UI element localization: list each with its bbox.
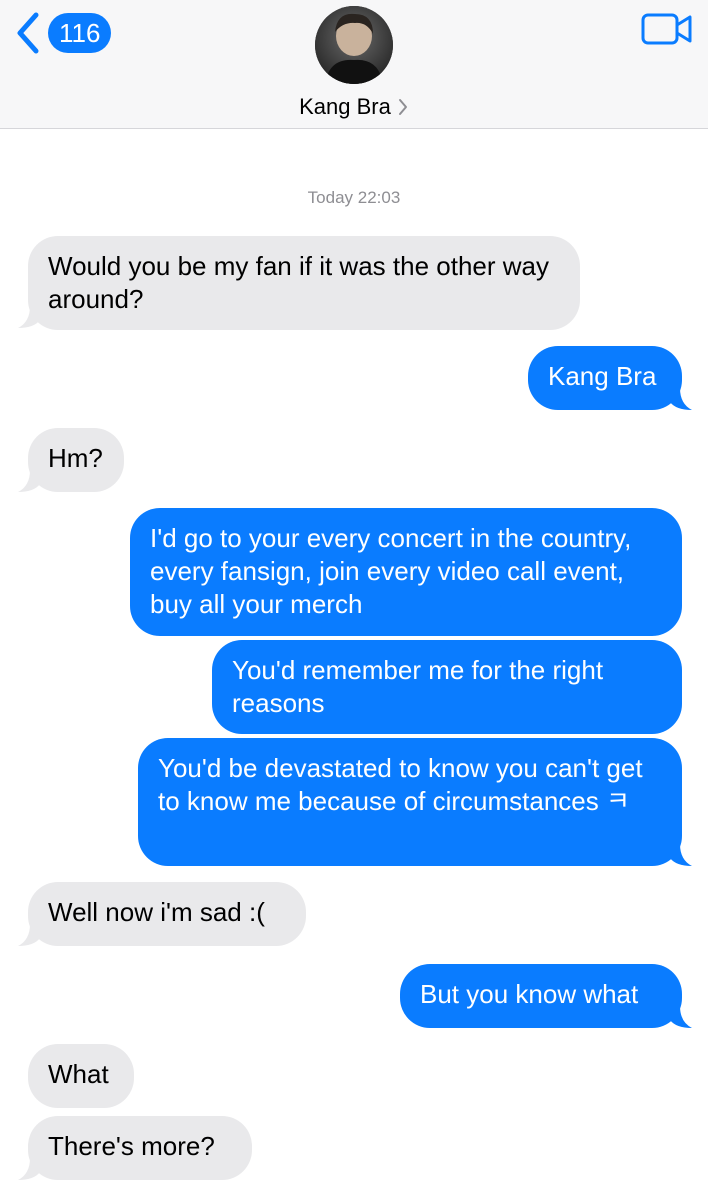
message-bubble-outgoing[interactable]: You'd be devastated to know you can't ge… [138,738,682,866]
bubble-tail [18,306,40,328]
bubble-tail [18,470,40,492]
unread-count-badge: 116 [48,13,112,53]
timestamp: Today 22:03 [307,188,401,207]
bubble-tail [670,844,692,866]
message-bubble-incoming[interactable]: Well now i'm sad :( [28,882,306,946]
message-bubble-incoming[interactable]: What [28,1044,134,1108]
message-bubble-outgoing[interactable]: But you know what [400,964,682,1028]
contact-name: Kang Bra [299,94,391,119]
avatar-image [315,6,393,84]
chevron-left-icon [17,12,39,54]
message-bubble-outgoing[interactable]: Kang Bra [528,346,682,410]
bubble-tail [18,1158,40,1180]
message-bubble-outgoing[interactable]: You'd remember me for the right reasons [212,640,682,734]
message-bubble-incoming[interactable]: There's more? [28,1116,252,1180]
message-bubble-incoming[interactable]: Would you be my fan if it was the other … [28,236,580,330]
bubble-tail [670,388,692,410]
chevron-right-icon [398,99,407,115]
bubble-tail [18,924,40,946]
conversation-header: 116 Kang Bra [0,0,708,129]
back-button[interactable]: 116 [14,10,112,56]
message-bubble-outgoing[interactable]: I'd go to your every concert in the coun… [130,508,682,636]
contact-name-button[interactable]: Kang Bra [0,92,708,122]
avatar[interactable] [315,6,393,84]
video-camera-icon[interactable] [641,12,693,46]
bubble-tail [670,1006,692,1028]
